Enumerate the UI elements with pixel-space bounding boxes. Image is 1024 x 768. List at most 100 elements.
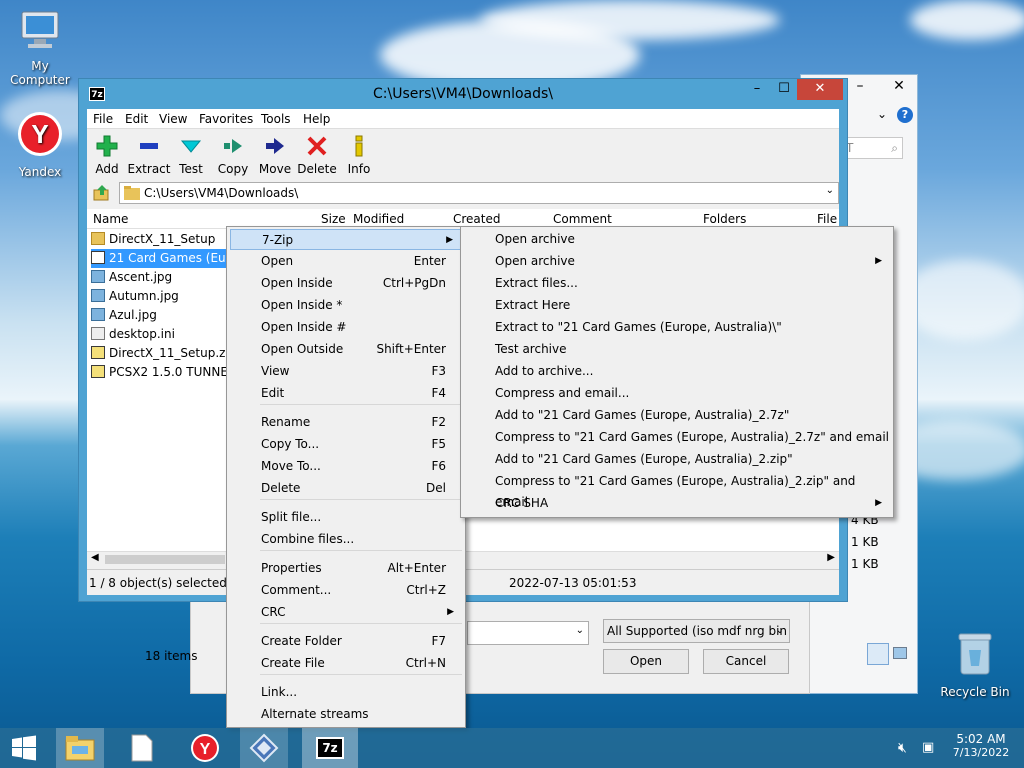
copy-button[interactable]: Copy: [210, 135, 256, 176]
7zip-submenu-item[interactable]: Open archive ▶: [464, 251, 890, 272]
7zip-submenu-item[interactable]: Open archive: [464, 229, 890, 250]
context-menu-item[interactable]: Edit F4: [230, 383, 462, 404]
7zip-submenu-item[interactable]: Compress to "21 Card Games (Europe, Aust…: [464, 427, 890, 448]
move-button[interactable]: Move: [252, 135, 298, 176]
pcsx2-taskbar-button[interactable]: [240, 728, 288, 768]
context-menu-item[interactable]: Comment... Ctrl+Z: [230, 580, 462, 601]
network-icon[interactable]: ▣: [922, 740, 934, 755]
context-menu-item[interactable]: Link...: [230, 682, 462, 703]
details-view-icon[interactable]: [867, 643, 889, 665]
column-file[interactable]: File: [817, 212, 837, 226]
chevron-down-icon[interactable]: ⌄: [877, 107, 887, 121]
desktop-icon-recycle-bin[interactable]: Recycle Bin: [935, 630, 1015, 699]
context-menu-item[interactable]: Create Folder F7: [230, 631, 462, 652]
context-menu-item[interactable]: Open Outside Shift+Enter: [230, 339, 462, 360]
menu-view[interactable]: View: [159, 112, 187, 126]
7zip-submenu-item[interactable]: Add to "21 Card Games (Europe, Australia…: [464, 405, 890, 426]
file-row[interactable]: Azul.jpg: [91, 306, 157, 325]
column-size[interactable]: Size: [321, 212, 346, 226]
context-menu-item[interactable]: Properties Alt+Enter: [230, 558, 462, 579]
start-button[interactable]: [0, 728, 48, 768]
open-button[interactable]: Open: [603, 649, 689, 674]
context-menu-item[interactable]: Rename F2: [230, 412, 462, 433]
filename-input[interactable]: ⌄: [467, 621, 589, 645]
document-taskbar-button[interactable]: [118, 728, 166, 768]
scroll-right-icon[interactable]: ▶: [827, 552, 835, 563]
title-bar[interactable]: 7z C:\Users\VM4\Downloads\ – ☐ ✕: [79, 79, 847, 109]
clock[interactable]: 5:02 AM 7/13/2022: [948, 732, 1014, 759]
minimize-button[interactable]: –: [743, 79, 771, 100]
7zip-taskbar-button[interactable]: 7z: [302, 728, 358, 768]
maximize-button[interactable]: ☐: [771, 79, 797, 100]
context-menu-item[interactable]: Copy To... F5: [230, 434, 462, 455]
extract-button[interactable]: Extract: [126, 135, 172, 176]
search-input[interactable]: T ⌕: [841, 137, 903, 159]
info-button[interactable]: Info: [336, 135, 382, 176]
add-button[interactable]: Add: [84, 135, 130, 176]
7zip-submenu-item[interactable]: Extract to "21 Card Games (Europe, Austr…: [464, 317, 890, 338]
file-row[interactable]: PCSX2 1.5.0 TUNNELG: [91, 363, 244, 382]
7zip-submenu-item[interactable]: Compress to "21 Card Games (Europe, Aust…: [464, 471, 890, 509]
test-button[interactable]: Test: [168, 135, 214, 176]
column-name[interactable]: Name: [93, 212, 128, 226]
context-menu-item[interactable]: Open Inside #: [230, 317, 462, 338]
archive-icon: [91, 251, 105, 264]
context-menu-item[interactable]: Move To... F6: [230, 456, 462, 477]
7zip-submenu-item[interactable]: Compress and email...: [464, 383, 890, 404]
menu-tools[interactable]: Tools: [261, 112, 291, 126]
volume-muted-icon[interactable]: 🔇︎: [898, 740, 907, 756]
file-explorer-taskbar-button[interactable]: [56, 728, 104, 768]
help-icon[interactable]: ?: [897, 107, 913, 123]
column-created[interactable]: Created: [453, 212, 501, 226]
7zip-submenu-item[interactable]: Extract Here: [464, 295, 890, 316]
desktop-icon-yandex[interactable]: Y Yandex: [0, 110, 80, 179]
file-row-selected[interactable]: 21 Card Games (Europ: [91, 249, 245, 268]
menu-file[interactable]: File: [93, 112, 113, 126]
close-button[interactable]: ✕: [881, 75, 917, 97]
7zip-submenu-item[interactable]: Add to "21 Card Games (Europe, Australia…: [464, 449, 890, 470]
file-row[interactable]: DirectX_11_Setup.zip: [91, 344, 236, 363]
desktop-icon-label: Yandex: [18, 165, 62, 179]
scroll-left-icon[interactable]: ◀: [91, 552, 99, 563]
file-row[interactable]: desktop.ini: [91, 325, 175, 344]
yandex-taskbar-button[interactable]: Y: [181, 728, 229, 768]
file-row[interactable]: Ascent.jpg: [91, 268, 172, 287]
column-folders[interactable]: Folders: [703, 212, 746, 226]
context-menu-item[interactable]: Open Inside *: [230, 295, 462, 316]
menu-edit[interactable]: Edit: [125, 112, 148, 126]
filetype-select[interactable]: All Supported (iso mdf nrg bin ⌄: [603, 619, 790, 643]
menu-help[interactable]: Help: [303, 112, 330, 126]
7zip-submenu-item[interactable]: CRC SHA ▶: [464, 493, 890, 514]
file-row[interactable]: Autumn.jpg: [91, 287, 179, 306]
menu-item-label: Add to "21 Card Games (Europe, Australia…: [495, 452, 793, 466]
address-bar[interactable]: C:\Users\VM4\Downloads\ ⌄: [119, 182, 839, 204]
column-comment[interactable]: Comment: [553, 212, 612, 226]
context-menu-item[interactable]: Open Inside Ctrl+PgDn: [230, 273, 462, 294]
close-button[interactable]: ✕: [797, 79, 843, 100]
context-menu-item[interactable]: View F3: [230, 361, 462, 382]
file-row[interactable]: DirectX_11_Setup: [91, 230, 215, 249]
context-menu-item[interactable]: Delete Del: [230, 478, 462, 499]
context-menu-item[interactable]: Split file...: [230, 507, 462, 528]
7zip-submenu-item[interactable]: Test archive: [464, 339, 890, 360]
minimize-button[interactable]: –: [845, 75, 875, 97]
menu-favorites[interactable]: Favorites: [199, 112, 253, 126]
chevron-down-icon[interactable]: ⌄: [826, 185, 834, 196]
context-menu-item[interactable]: Open Enter: [230, 251, 462, 272]
context-menu-item[interactable]: CRC ▶: [230, 602, 462, 623]
menu-item-label: Compress and email...: [495, 386, 630, 400]
up-folder-icon[interactable]: [93, 184, 111, 205]
desktop-icon-my-computer[interactable]: My Computer: [0, 8, 80, 87]
preview-view-icon[interactable]: [893, 647, 907, 659]
context-menu-item[interactable]: 7-Zip ▶: [230, 229, 462, 250]
column-modified[interactable]: Modified: [353, 212, 404, 226]
7zip-submenu-item[interactable]: Add to archive...: [464, 361, 890, 382]
cancel-button[interactable]: Cancel: [703, 649, 789, 674]
scrollbar-thumb[interactable]: [105, 555, 225, 564]
context-menu-item[interactable]: Combine files...: [230, 529, 462, 550]
folder-icon: [91, 232, 105, 245]
delete-button[interactable]: Delete: [294, 135, 340, 176]
context-menu-item[interactable]: Create File Ctrl+N: [230, 653, 462, 674]
7zip-submenu-item[interactable]: Extract files...: [464, 273, 890, 294]
context-menu-item[interactable]: Alternate streams: [230, 704, 462, 725]
